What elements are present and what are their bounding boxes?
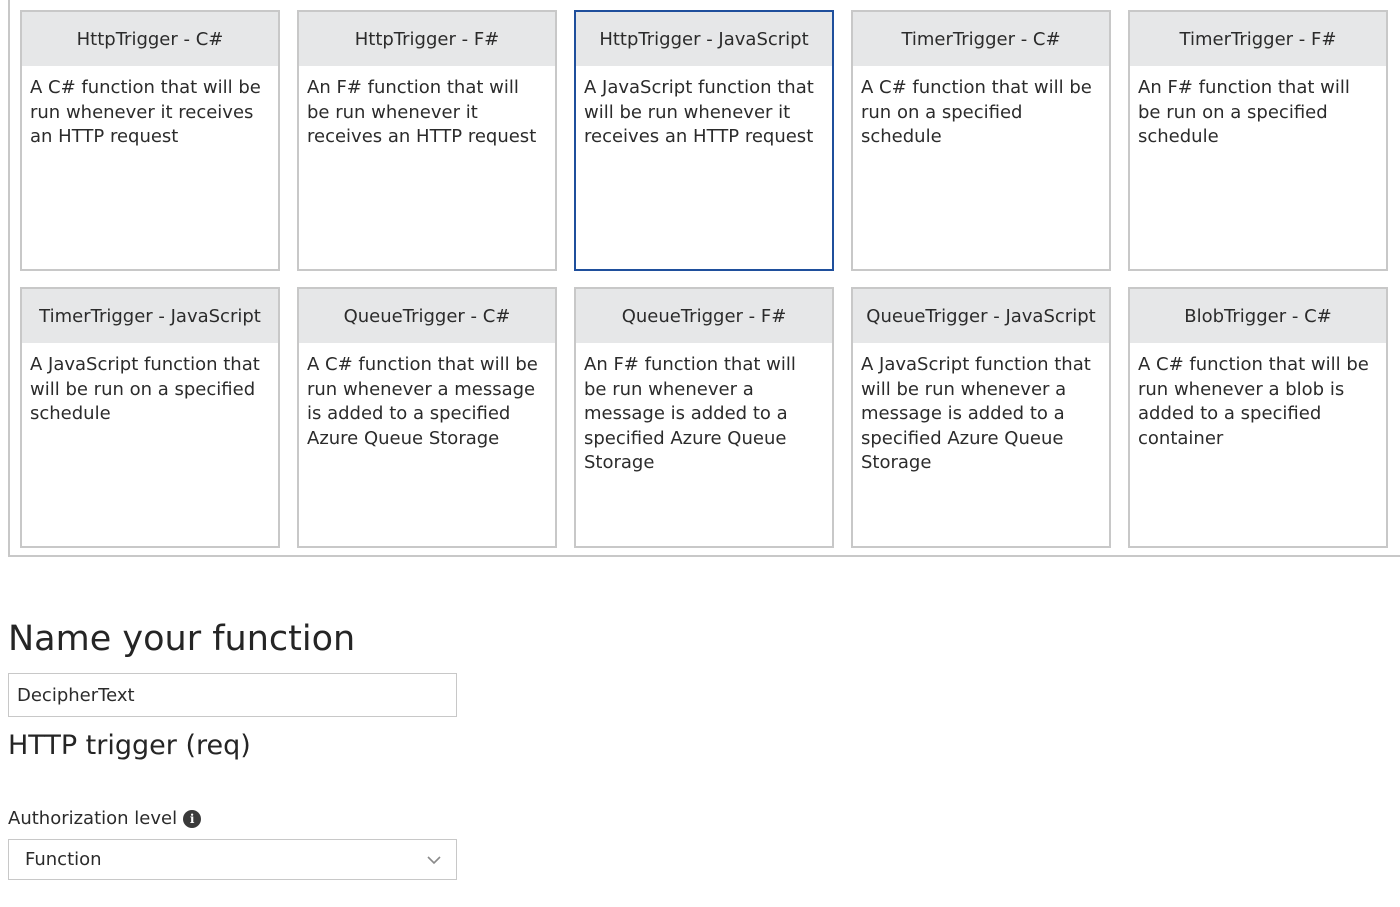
template-card-description: A JavaScript function that will be run o… — [30, 354, 260, 424]
template-card-title: QueueTrigger - C# — [299, 289, 555, 343]
template-gallery: HttpTrigger - C# A C# function that will … — [8, 0, 1400, 557]
template-card[interactable]: HttpTrigger - C# A C# function that will … — [20, 10, 280, 271]
chevron-down-icon — [427, 855, 441, 864]
info-circle-icon[interactable]: i — [183, 809, 202, 828]
template-card-description: A C# function that will be run whenever … — [307, 354, 538, 449]
template-card-description: A JavaScript function that will be run w… — [861, 354, 1091, 473]
function-name-input[interactable] — [8, 673, 457, 717]
template-card-title: HttpTrigger - JavaScript — [576, 12, 832, 66]
template-card[interactable]: QueueTrigger - C# A C# function that will… — [297, 287, 557, 548]
template-card-description: An F# function that will be run on a spe… — [1138, 77, 1350, 147]
template-card-title: BlobTrigger - C# — [1130, 289, 1386, 343]
template-card-title: TimerTrigger - F# — [1130, 12, 1386, 66]
template-card-description: A JavaScript function that will be run w… — [584, 77, 814, 147]
template-card[interactable]: TimerTrigger - JavaScript A JavaScript fu… — [20, 287, 280, 548]
template-card[interactable]: QueueTrigger - F# An F# function that wil… — [574, 287, 834, 548]
template-card-description: A C# function that will be run whenever … — [1138, 354, 1369, 449]
template-card-description: An F# function that will be run whenever… — [307, 77, 537, 147]
name-your-function-heading: Name your function — [8, 619, 356, 659]
template-card[interactable]: QueueTrigger - JavaScript A JavaScript fu… — [851, 287, 1111, 548]
authorization-level-value: Function — [25, 849, 102, 870]
template-card[interactable]: HttpTrigger - F# An F# function that will… — [297, 10, 557, 271]
template-card-title: HttpTrigger - F# — [299, 12, 555, 66]
template-card-description: A C# function that will be run whenever … — [30, 77, 261, 147]
template-card[interactable]: BlobTrigger - C# A C# function that will … — [1128, 287, 1388, 548]
template-card-title: TimerTrigger - JavaScript — [22, 289, 278, 343]
template-card-description: An F# function that will be run whenever… — [584, 354, 796, 473]
template-card-title: TimerTrigger - C# — [853, 12, 1109, 66]
template-grid: HttpTrigger - C# A C# function that will … — [20, 10, 1388, 548]
authorization-level-label: Authorization level — [8, 808, 178, 829]
authorization-level-select[interactable]: Function — [8, 839, 457, 880]
template-card-title: HttpTrigger - C# — [22, 12, 278, 66]
authorization-level-label-row: Authorization level i — [8, 808, 202, 829]
template-card[interactable]: TimerTrigger - F# An F# function that wil… — [1128, 10, 1388, 271]
http-trigger-heading: HTTP trigger (req) — [8, 730, 251, 761]
template-card[interactable]: HttpTrigger - JavaScript A JavaScript fun… — [574, 10, 834, 271]
template-card-title: QueueTrigger - JavaScript — [853, 289, 1109, 343]
template-card[interactable]: TimerTrigger - C# A C# function that will… — [851, 10, 1111, 271]
template-card-description: A C# function that will be run on a spec… — [861, 77, 1092, 147]
template-card-title: QueueTrigger - F# — [576, 289, 832, 343]
